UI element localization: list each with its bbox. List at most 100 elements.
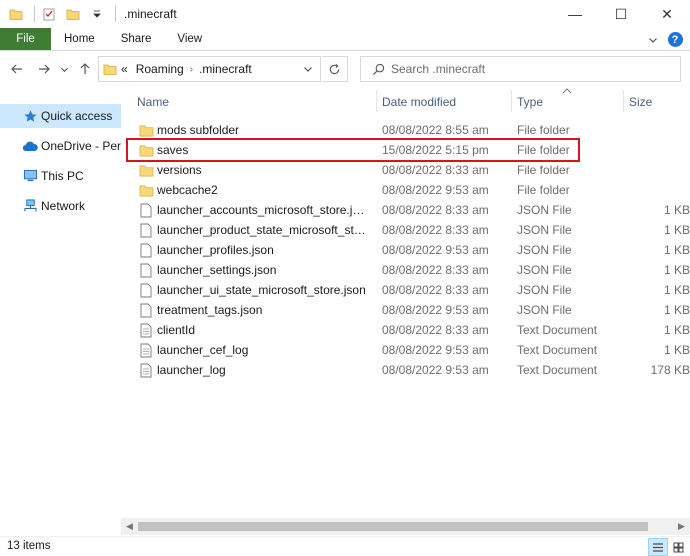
file-name: launcher_product_state_microsoft_store.j… <box>157 223 369 237</box>
expand-ribbon-icon[interactable] <box>642 29 664 51</box>
tab-home[interactable]: Home <box>51 28 108 50</box>
file-date: 08/08/2022 9:53 am <box>382 303 489 317</box>
file-name: launcher_accounts_microsoft_store.json <box>157 203 369 217</box>
column-header-name[interactable]: Name <box>137 88 169 115</box>
help-icon: ? <box>667 32 683 47</box>
file-icon <box>138 242 154 258</box>
file-name: launcher_ui_state_microsoft_store.json <box>157 283 366 297</box>
window-controls: — ☐ ✕ <box>552 0 690 28</box>
file-type: Text Document <box>517 343 598 357</box>
file-row[interactable]: launcher_accounts_microsoft_store.json 0… <box>121 200 690 220</box>
chevron-right-icon[interactable]: › <box>190 64 193 75</box>
up-button[interactable] <box>75 59 95 79</box>
file-row[interactable]: launcher_cef_log 08/08/2022 9:53 am Text… <box>121 340 690 360</box>
file-name: treatment_tags.json <box>157 303 263 317</box>
address-bar[interactable]: « Roaming › .minecraft <box>98 56 321 82</box>
file-date: 08/08/2022 8:33 am <box>382 163 489 177</box>
customize-toolbar-icon[interactable] <box>87 4 107 24</box>
column-headers: Name Date modified Type Size <box>121 88 690 115</box>
tab-share[interactable]: Share <box>108 28 165 50</box>
toolbar-divider <box>115 6 116 22</box>
scroll-right-icon[interactable]: ▶ <box>673 518 690 535</box>
sort-ascending-icon <box>562 88 572 97</box>
recent-locations-button[interactable] <box>57 59 71 79</box>
minimize-button[interactable]: — <box>552 0 598 28</box>
folder-icon <box>138 122 154 138</box>
breadcrumb-roaming[interactable]: Roaming <box>136 62 184 76</box>
star-icon <box>22 108 38 124</box>
refresh-icon <box>329 63 340 74</box>
search-input[interactable] <box>391 62 671 76</box>
folder-icon <box>138 182 154 198</box>
help-button[interactable]: ? <box>664 29 686 51</box>
column-divider[interactable] <box>511 90 512 112</box>
sidebar-item-label: This PC <box>41 169 84 183</box>
scroll-left-icon[interactable]: ◀ <box>121 518 138 535</box>
tab-view[interactable]: View <box>164 28 215 50</box>
ribbon-tabs: File Home Share View ? <box>0 28 690 51</box>
folder-icon[interactable] <box>6 4 26 24</box>
file-date: 08/08/2022 8:33 am <box>382 283 489 297</box>
file-row[interactable]: launcher_ui_state_microsoft_store.json 0… <box>121 280 690 300</box>
file-type: JSON File <box>517 243 572 257</box>
address-dropdown-icon[interactable] <box>300 61 316 77</box>
cloud-icon <box>22 138 38 154</box>
file-size: 1 KB <box>663 203 690 217</box>
file-name: launcher_log <box>157 363 226 377</box>
maximize-button[interactable]: ☐ <box>598 0 644 28</box>
horizontal-scrollbar[interactable]: ◀ ▶ <box>121 518 690 535</box>
file-row[interactable]: launcher_settings.json 08/08/2022 8:33 a… <box>121 260 690 280</box>
search-box <box>360 56 681 82</box>
navigation-bar: « Roaming › .minecraft <box>0 51 690 88</box>
text-file-icon <box>138 322 154 338</box>
breadcrumb-overflow[interactable]: « <box>121 62 128 76</box>
sidebar-item-quick-access[interactable]: Quick access <box>0 104 121 128</box>
sidebar-item-this-pc[interactable]: This PC <box>0 164 121 188</box>
file-list: Name Date modified Type Size mods subfol… <box>121 88 690 536</box>
tab-file[interactable]: File <box>0 28 51 50</box>
file-row[interactable]: webcache2 08/08/2022 9:53 am File folder <box>121 180 690 200</box>
properties-icon[interactable] <box>39 4 59 24</box>
refresh-button[interactable] <box>322 56 348 82</box>
sidebar-item-network[interactable]: Network <box>0 194 121 218</box>
file-row[interactable]: launcher_log 08/08/2022 9:53 am Text Doc… <box>121 360 690 380</box>
file-size: 1 KB <box>663 323 690 337</box>
column-header-size[interactable]: Size <box>629 88 652 115</box>
scrollbar-thumb[interactable] <box>138 522 648 531</box>
column-divider[interactable] <box>376 90 377 112</box>
file-row[interactable]: versions 08/08/2022 8:33 am File folder <box>121 160 690 180</box>
file-type: JSON File <box>517 223 572 237</box>
large-icons-view-button[interactable] <box>668 538 688 556</box>
file-icon <box>138 282 154 298</box>
column-divider[interactable] <box>623 90 624 112</box>
file-date: 08/08/2022 8:33 am <box>382 263 489 277</box>
file-size: 1 KB <box>663 223 690 237</box>
new-folder-icon[interactable] <box>63 4 83 24</box>
file-row[interactable]: treatment_tags.json 08/08/2022 9:53 am J… <box>121 300 690 320</box>
sidebar-item-label: OneDrive - Personal <box>41 139 121 153</box>
column-header-date-modified[interactable]: Date modified <box>382 88 456 115</box>
file-name: versions <box>157 163 202 177</box>
file-name: webcache2 <box>157 183 218 197</box>
column-header-type[interactable]: Type <box>517 88 543 115</box>
file-row[interactable]: clientId 08/08/2022 8:33 am Text Documen… <box>121 320 690 340</box>
computer-icon <box>22 168 38 184</box>
file-row[interactable]: launcher_product_state_microsoft_store.j… <box>121 220 690 240</box>
file-type: File folder <box>517 123 570 137</box>
close-button[interactable]: ✕ <box>644 0 690 28</box>
file-date: 08/08/2022 9:53 am <box>382 363 489 377</box>
file-row[interactable]: mods subfolder 08/08/2022 8:55 am File f… <box>121 120 690 140</box>
file-name: launcher_cef_log <box>157 343 249 357</box>
details-view-button[interactable] <box>648 538 668 556</box>
file-row[interactable]: launcher_profiles.json 08/08/2022 9:53 a… <box>121 240 690 260</box>
search-icon <box>371 62 385 76</box>
large-icons-view-icon <box>673 542 683 552</box>
file-size: 1 KB <box>663 343 690 357</box>
sidebar-item-onedrive[interactable]: OneDrive - Personal <box>0 134 121 158</box>
navigation-pane: Quick access OneDrive - Personal This PC… <box>0 88 121 536</box>
file-row[interactable]: saves 15/08/2022 5:15 pm File folder <box>121 140 690 160</box>
breadcrumb-minecraft[interactable]: .minecraft <box>199 62 252 76</box>
forward-button[interactable] <box>34 59 54 79</box>
back-button[interactable] <box>7 59 27 79</box>
file-type: Text Document <box>517 323 598 337</box>
